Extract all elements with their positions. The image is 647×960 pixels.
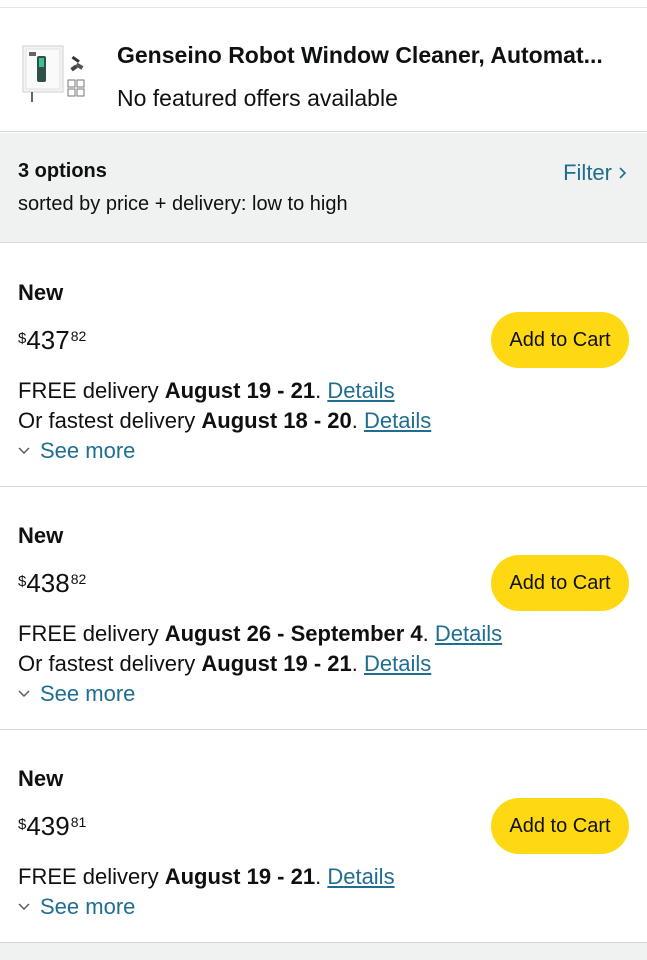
free-delivery-line: FREE delivery August 26 - September 4. D… — [18, 621, 502, 647]
price-fraction: 82 — [70, 328, 87, 344]
price-fraction: 81 — [70, 814, 87, 830]
see-more-toggle[interactable]: See more — [18, 681, 135, 707]
delivery-suffix: . — [315, 378, 328, 403]
chevron-down-icon — [18, 903, 30, 910]
chevron-down-icon — [18, 690, 30, 697]
add-to-cart-button[interactable]: Add to Cart — [491, 312, 629, 368]
window-cleaner-product-image — [18, 40, 92, 112]
filter-button[interactable]: Filter — [563, 160, 627, 186]
sort-description: sorted by price + delivery: low to high — [18, 193, 348, 215]
price-fraction: 82 — [70, 571, 87, 587]
delivery-prefix: FREE delivery — [18, 864, 165, 889]
offer-card: New $ 439 81 Add to Cart FREE delivery A… — [0, 730, 647, 943]
offer-price: $ 437 82 — [18, 326, 86, 354]
fastest-delivery-line: Or fastest delivery August 19 - 21. Deta… — [18, 651, 431, 677]
delivery-dates: August 19 - 21 — [164, 378, 316, 403]
price-whole: 437 — [26, 325, 70, 355]
price-currency: $ — [18, 330, 27, 347]
product-header[interactable]: Genseino Robot Window Cleaner, Automat..… — [0, 8, 647, 132]
top-divider — [0, 0, 647, 8]
delivery-details-link[interactable]: Details — [327, 378, 394, 403]
fastest-details-link[interactable]: Details — [364, 651, 431, 676]
offer-price: $ 439 81 — [18, 812, 86, 840]
fastest-dates: August 19 - 21 — [201, 651, 352, 676]
offers-summary: 3 options sorted by price + delivery: lo… — [0, 133, 647, 243]
free-delivery-line: FREE delivery August 19 - 21. Details — [18, 378, 395, 404]
delivery-dates: August 26 - September 4 — [164, 621, 423, 646]
filter-label: Filter — [563, 160, 612, 185]
add-to-cart-button[interactable]: Add to Cart — [491, 798, 629, 854]
fastest-delivery-line: Or fastest delivery August 18 - 20. Deta… — [18, 408, 431, 434]
delivery-details-link[interactable]: Details — [327, 864, 394, 889]
offer-condition: New — [18, 523, 64, 548]
delivery-details-link[interactable]: Details — [435, 621, 502, 646]
free-delivery-line: FREE delivery August 19 - 21. Details — [18, 864, 395, 890]
offer-card: New $ 438 82 Add to Cart FREE delivery A… — [0, 487, 647, 730]
price-currency: $ — [18, 816, 27, 833]
fastest-prefix: Or fastest delivery — [18, 408, 202, 433]
see-more-label: See more — [40, 438, 136, 463]
see-more-label: See more — [40, 894, 136, 919]
fastest-suffix: . — [351, 408, 364, 433]
fastest-dates: August 18 - 20 — [201, 408, 352, 433]
chevron-right-icon — [619, 167, 627, 179]
fastest-suffix: . — [351, 651, 364, 676]
see-more-toggle[interactable]: See more — [18, 894, 135, 920]
chevron-down-icon — [18, 447, 30, 454]
delivery-prefix: FREE delivery — [18, 621, 165, 646]
add-to-cart-button[interactable]: Add to Cart — [491, 555, 629, 611]
delivery-suffix: . — [315, 864, 328, 889]
delivery-dates: August 19 - 21 — [164, 864, 316, 889]
delivery-prefix: FREE delivery — [18, 378, 165, 403]
offer-price: $ 438 82 — [18, 569, 86, 597]
bottom-divider — [0, 943, 647, 960]
fastest-details-link[interactable]: Details — [364, 408, 431, 433]
offer-condition: New — [18, 766, 64, 791]
price-currency: $ — [18, 573, 27, 590]
see-more-toggle[interactable]: See more — [18, 438, 135, 464]
see-more-label: See more — [40, 681, 136, 706]
options-count: 3 options — [18, 160, 107, 182]
offer-card: New $ 437 82 Add to Cart FREE delivery A… — [0, 244, 647, 487]
price-whole: 438 — [26, 568, 70, 598]
featured-offers-status: No featured offers available — [117, 85, 398, 111]
product-title[interactable]: Genseino Robot Window Cleaner, Automat..… — [117, 42, 632, 69]
fastest-prefix: Or fastest delivery — [18, 651, 202, 676]
offer-condition: New — [18, 280, 64, 305]
delivery-suffix: . — [422, 621, 435, 646]
price-whole: 439 — [26, 811, 70, 841]
